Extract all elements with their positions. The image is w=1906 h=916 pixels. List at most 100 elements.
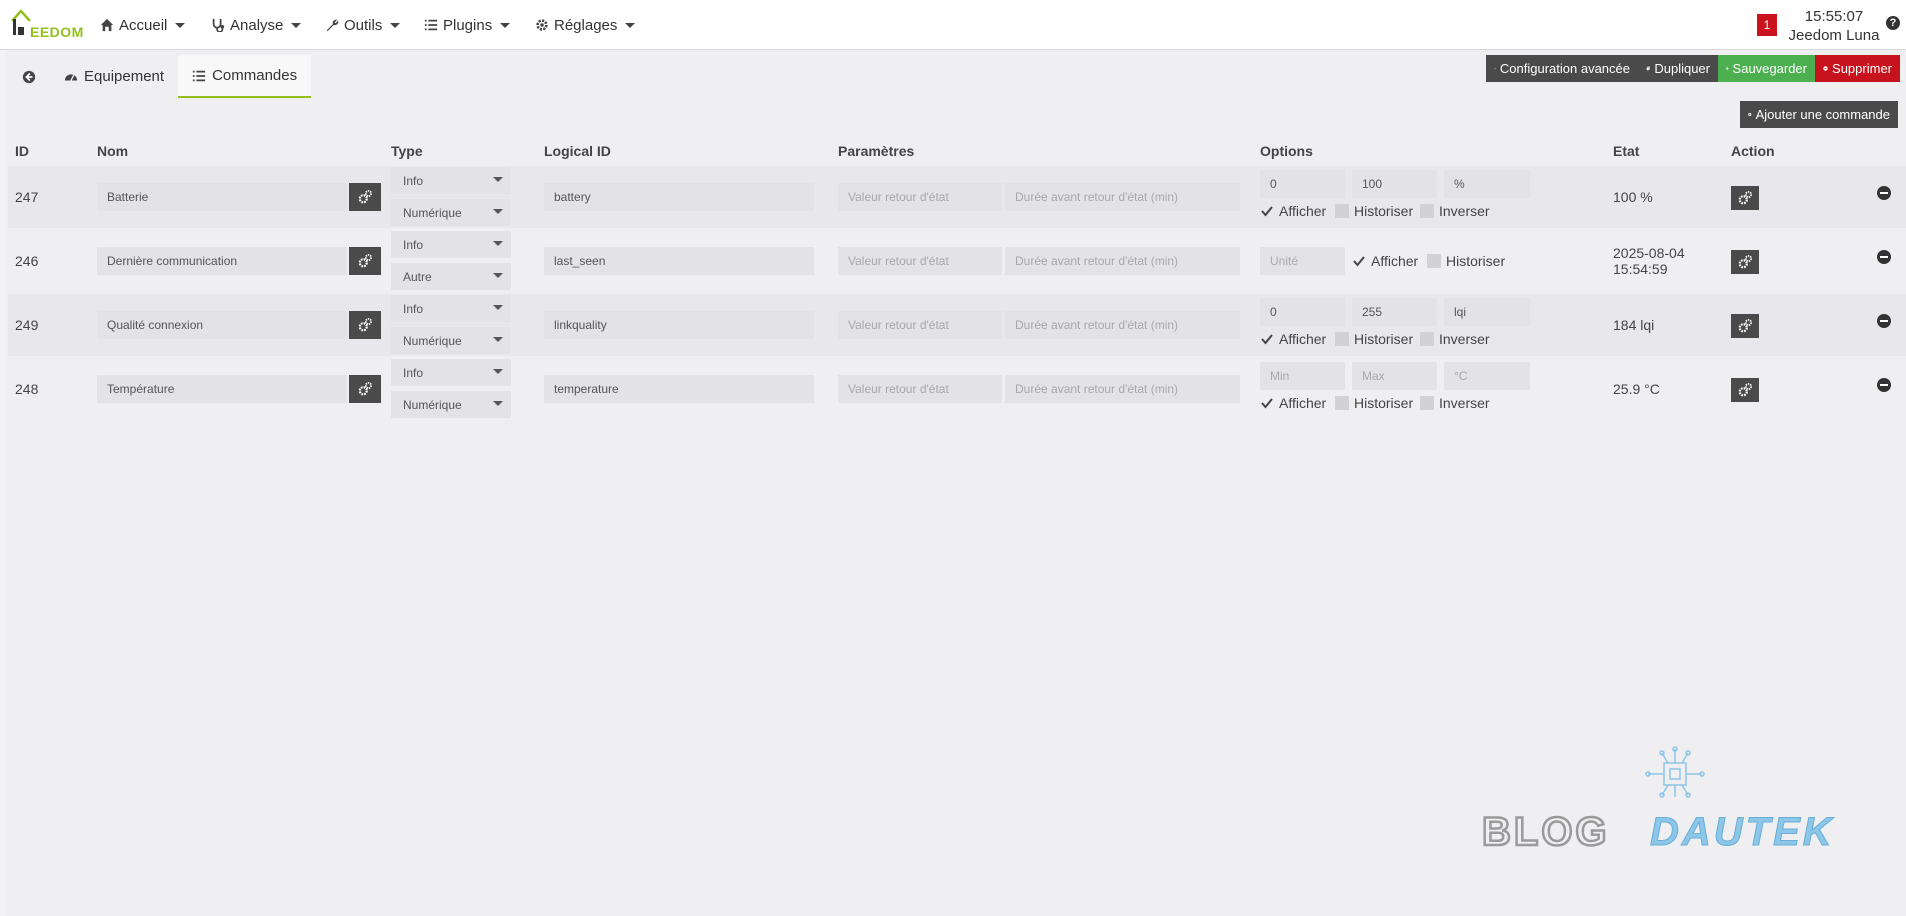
cmd-config-button[interactable] <box>1731 250 1759 274</box>
clock: 15:55:07 Jeedom Luna <box>1780 7 1888 45</box>
return-delay-input[interactable]: Durée avant retour d'état (min) <box>1005 375 1240 403</box>
unit-input[interactable]: Unité <box>1260 247 1345 275</box>
header-etat: Etat <box>1613 143 1640 159</box>
remove-command-icon[interactable] <box>1877 314 1891 328</box>
list-icon <box>424 19 438 31</box>
return-delay-input[interactable]: Durée avant retour d'état (min) <box>1005 311 1240 339</box>
header-options: Options <box>1260 143 1313 159</box>
save-button[interactable]: Sauvegarder <box>1718 55 1815 82</box>
header-nom: Nom <box>97 143 129 159</box>
check-circle-icon <box>1726 67 1729 70</box>
history-checkbox[interactable]: Historiser <box>1335 202 1413 220</box>
history-checkbox[interactable]: Historiser <box>1335 330 1413 348</box>
return-delay-input[interactable]: Durée avant retour d'état (min) <box>1005 183 1240 211</box>
type-select[interactable]: Info <box>391 231 511 258</box>
max-input[interactable]: Max <box>1352 362 1437 390</box>
gears-icon <box>358 382 372 396</box>
box-name[interactable]: Jeedom Luna <box>1780 26 1888 45</box>
show-checkbox[interactable]: Afficher <box>1260 202 1326 220</box>
subtype-select[interactable]: Numérique <box>391 391 511 418</box>
cmd-name-input[interactable]: Température <box>97 375 347 403</box>
max-input[interactable]: 255 <box>1352 298 1437 326</box>
subtype-select[interactable]: Numérique <box>391 199 511 226</box>
cmd-name-input[interactable]: Batterie <box>97 183 347 211</box>
jeedom-logo[interactable]: EEDOM <box>10 7 83 41</box>
invert-checkbox[interactable]: Inverser <box>1420 394 1490 412</box>
top-navbar: EEDOM Accueil Analyse Outils Plugins Rég… <box>0 0 1906 50</box>
logical-id-input[interactable]: linkquality <box>544 311 814 339</box>
cmd-name-input[interactable]: Dernière communication <box>97 247 347 275</box>
menu-outils[interactable]: Outils <box>325 15 401 35</box>
logical-id-input[interactable]: last_seen <box>544 247 814 275</box>
return-value-input[interactable]: Valeur retour d'état <box>838 375 1002 403</box>
add-command-button[interactable]: Ajouter une commande <box>1740 101 1898 128</box>
menu-reglages[interactable]: Réglages <box>535 15 636 35</box>
tab-bar: Equipement Commandes <box>8 55 312 98</box>
cmd-icon-button[interactable] <box>349 247 381 275</box>
show-checkbox[interactable]: Afficher <box>1352 252 1418 270</box>
max-input[interactable]: 100 <box>1352 170 1437 198</box>
gears-icon <box>1494 67 1496 70</box>
invert-checkbox[interactable]: Inverser <box>1420 330 1490 348</box>
check-icon <box>1261 206 1273 217</box>
gears-icon <box>1738 383 1752 397</box>
remove-command-icon[interactable] <box>1877 186 1891 200</box>
dashboard-icon <box>64 73 78 81</box>
unit-input[interactable]: lqi <box>1444 298 1530 326</box>
help-icon[interactable]: ? <box>1886 16 1900 30</box>
home-icon <box>100 18 114 32</box>
cmd-name-input[interactable]: Qualité connexion <box>97 311 347 339</box>
min-input[interactable]: 0 <box>1260 298 1345 326</box>
blog-dautek-watermark: BLOG DAUTEK <box>1481 746 1832 855</box>
type-select[interactable]: Info <box>391 359 511 386</box>
subtype-select[interactable]: Autre <box>391 263 511 290</box>
show-checkbox[interactable]: Afficher <box>1260 394 1326 412</box>
logical-id-input[interactable]: temperature <box>544 375 814 403</box>
history-checkbox[interactable]: Historiser <box>1335 394 1413 412</box>
advanced-config-button[interactable]: Configuration avancée <box>1486 55 1638 82</box>
cmd-id: 248 <box>15 381 39 397</box>
remove-command-icon[interactable] <box>1877 378 1891 392</box>
cmd-config-button[interactable] <box>1731 186 1759 210</box>
house-logo-icon <box>11 9 31 35</box>
cmd-icon-button[interactable] <box>349 375 381 403</box>
back-arrow-icon <box>22 70 36 83</box>
unit-input[interactable]: % <box>1444 170 1530 198</box>
duplicate-button[interactable]: Dupliquer <box>1638 55 1718 82</box>
return-value-input[interactable]: Valeur retour d'état <box>838 247 1002 275</box>
type-select[interactable]: Info <box>391 295 511 322</box>
cmd-state: 100 % <box>1613 189 1653 205</box>
cmd-config-button[interactable] <box>1731 378 1759 402</box>
check-icon <box>1261 398 1273 409</box>
invert-checkbox[interactable]: Inverser <box>1420 202 1490 220</box>
table-row: 247 Batterie Info Numérique battery Vale… <box>8 166 1906 228</box>
history-checkbox[interactable]: Historiser <box>1427 252 1505 270</box>
logical-id-input[interactable]: battery <box>544 183 814 211</box>
header-parametres: Paramètres <box>838 143 915 159</box>
return-delay-input[interactable]: Durée avant retour d'état (min) <box>1005 247 1240 275</box>
cmd-icon-button[interactable] <box>349 183 381 211</box>
return-value-input[interactable]: Valeur retour d'état <box>838 311 1002 339</box>
cmd-state: 25.9 °C <box>1613 381 1660 397</box>
tab-equipement[interactable]: Equipement <box>50 55 178 98</box>
gears-icon <box>1738 191 1752 205</box>
type-select[interactable]: Info <box>391 167 511 194</box>
show-checkbox[interactable]: Afficher <box>1260 330 1326 348</box>
cmd-icon-button[interactable] <box>349 311 381 339</box>
delete-button[interactable]: Supprimer <box>1815 55 1900 82</box>
circuit-chip-icon <box>1645 746 1705 798</box>
tab-back[interactable] <box>8 55 50 98</box>
remove-command-icon[interactable] <box>1877 250 1891 264</box>
watermark-blog-text: BLOG <box>1482 810 1610 854</box>
return-value-input[interactable]: Valeur retour d'état <box>838 183 1002 211</box>
min-input[interactable]: 0 <box>1260 170 1345 198</box>
cmd-config-button[interactable] <box>1731 314 1759 338</box>
menu-accueil[interactable]: Accueil <box>100 15 186 35</box>
notification-badge[interactable]: 1 <box>1757 14 1777 36</box>
menu-plugins[interactable]: Plugins <box>424 15 511 35</box>
subtype-select[interactable]: Numérique <box>391 327 511 354</box>
min-input[interactable]: Min <box>1260 362 1345 390</box>
menu-analyse[interactable]: Analyse <box>211 15 302 35</box>
tab-commandes[interactable]: Commandes <box>178 55 312 98</box>
unit-input[interactable]: °C <box>1444 362 1530 390</box>
